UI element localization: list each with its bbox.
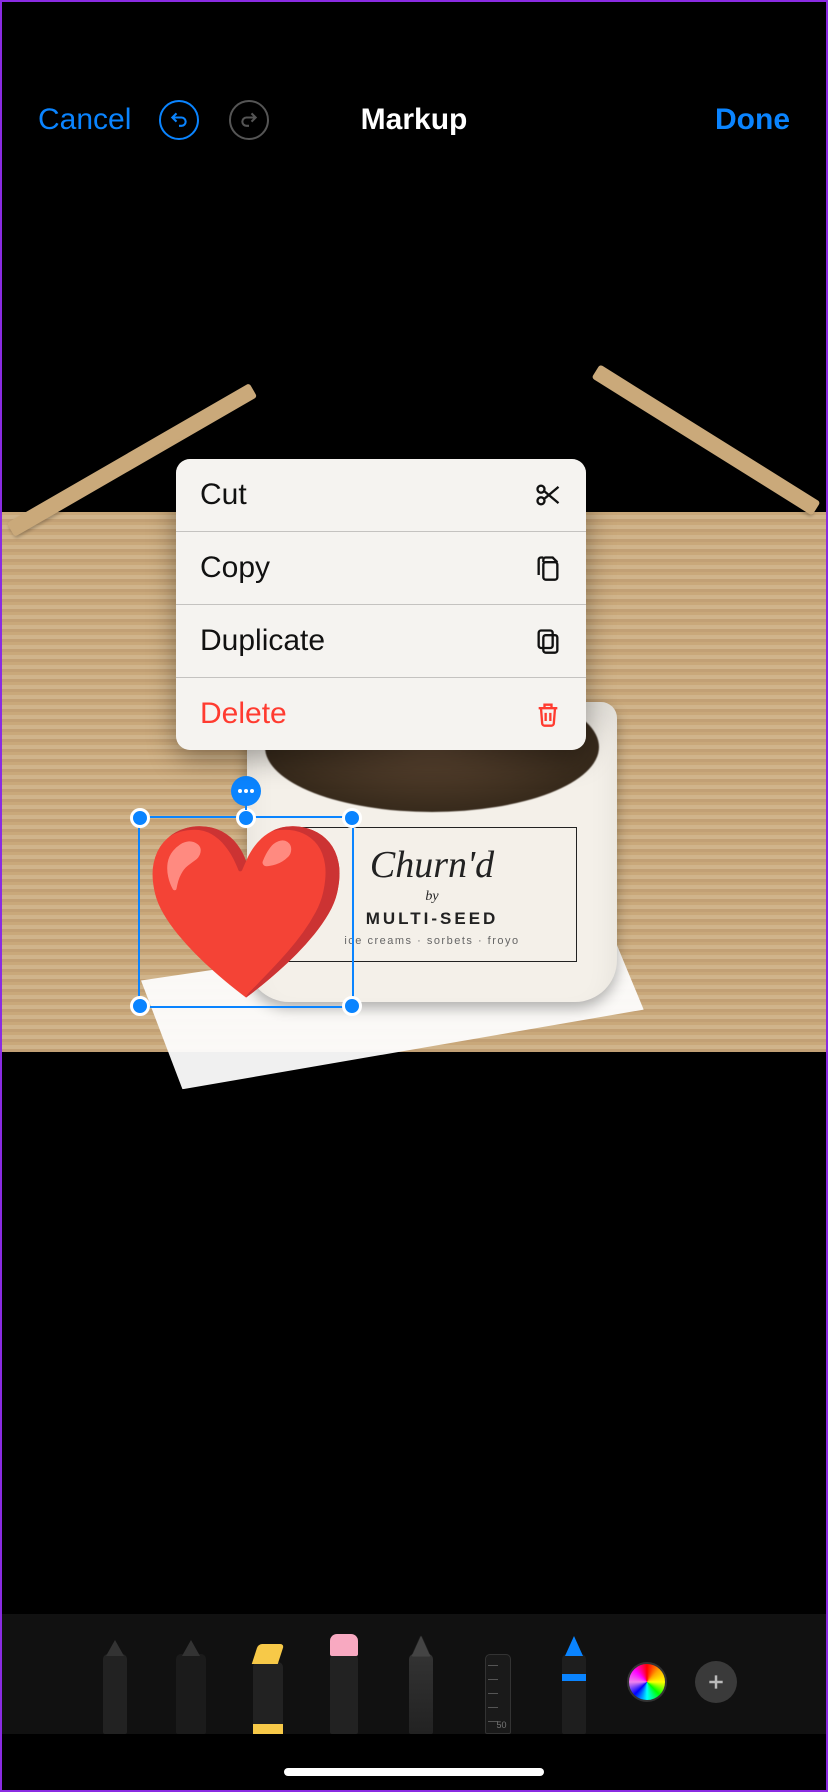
selection-box[interactable]: ❤️	[138, 816, 354, 1008]
cup-sub-text: MULTI-SEED	[366, 909, 499, 929]
markup-header: Cancel Markup Done	[2, 92, 826, 148]
ruler-tool[interactable]: 50	[474, 1634, 522, 1734]
cup-by-text: by	[425, 889, 438, 905]
menu-label: Delete	[200, 697, 287, 731]
menu-label: Copy	[200, 551, 270, 585]
plus-icon	[706, 1672, 726, 1692]
chopstick	[592, 364, 821, 515]
undo-icon	[169, 110, 189, 130]
resize-handle-top-left[interactable]	[130, 808, 150, 828]
done-button[interactable]: Done	[715, 103, 790, 137]
page-title: Markup	[361, 103, 468, 137]
heart-emoji[interactable]: ❤️	[140, 818, 352, 1006]
menu-label: Duplicate	[200, 624, 325, 658]
selection-more-button[interactable]	[231, 776, 261, 806]
ruler-value: 50	[497, 1720, 507, 1730]
copy-icon	[534, 554, 562, 582]
add-button[interactable]	[695, 1661, 737, 1703]
cup-brand-text: Churn'd	[370, 843, 494, 887]
scissors-icon	[534, 481, 562, 509]
cancel-button[interactable]: Cancel	[38, 103, 131, 137]
context-menu: Cut Copy Duplicate Delete	[176, 459, 586, 750]
eraser-tool[interactable]	[320, 1634, 368, 1734]
resize-handle-top-right[interactable]	[342, 808, 362, 828]
menu-label: Cut	[200, 478, 247, 512]
dot-icon	[250, 789, 254, 793]
dot-icon	[244, 789, 248, 793]
marker-tool[interactable]	[167, 1634, 215, 1734]
redo-icon	[239, 110, 259, 130]
cup-tag-text: ice creams · sorbets · froyo	[344, 935, 519, 947]
menu-item-duplicate[interactable]: Duplicate	[176, 605, 586, 678]
brush-tool[interactable]	[550, 1634, 598, 1734]
resize-handle-bottom-right[interactable]	[342, 996, 362, 1016]
markup-toolbar: 50	[2, 1614, 826, 1734]
menu-item-delete[interactable]: Delete	[176, 678, 586, 750]
undo-redo-group	[159, 100, 269, 140]
menu-item-copy[interactable]: Copy	[176, 532, 586, 605]
duplicate-icon	[534, 627, 562, 655]
home-indicator[interactable]	[284, 1768, 544, 1776]
redo-button[interactable]	[229, 100, 269, 140]
trash-icon	[534, 700, 562, 728]
dot-icon	[238, 789, 242, 793]
highlighter-tool[interactable]	[244, 1634, 292, 1734]
menu-item-cut[interactable]: Cut	[176, 459, 586, 532]
pen-tool[interactable]	[91, 1634, 139, 1734]
resize-handle-top-center[interactable]	[236, 808, 256, 828]
lasso-tool[interactable]	[397, 1634, 445, 1734]
color-picker-button[interactable]	[627, 1662, 667, 1702]
resize-handle-bottom-left[interactable]	[130, 996, 150, 1016]
undo-button[interactable]	[159, 100, 199, 140]
